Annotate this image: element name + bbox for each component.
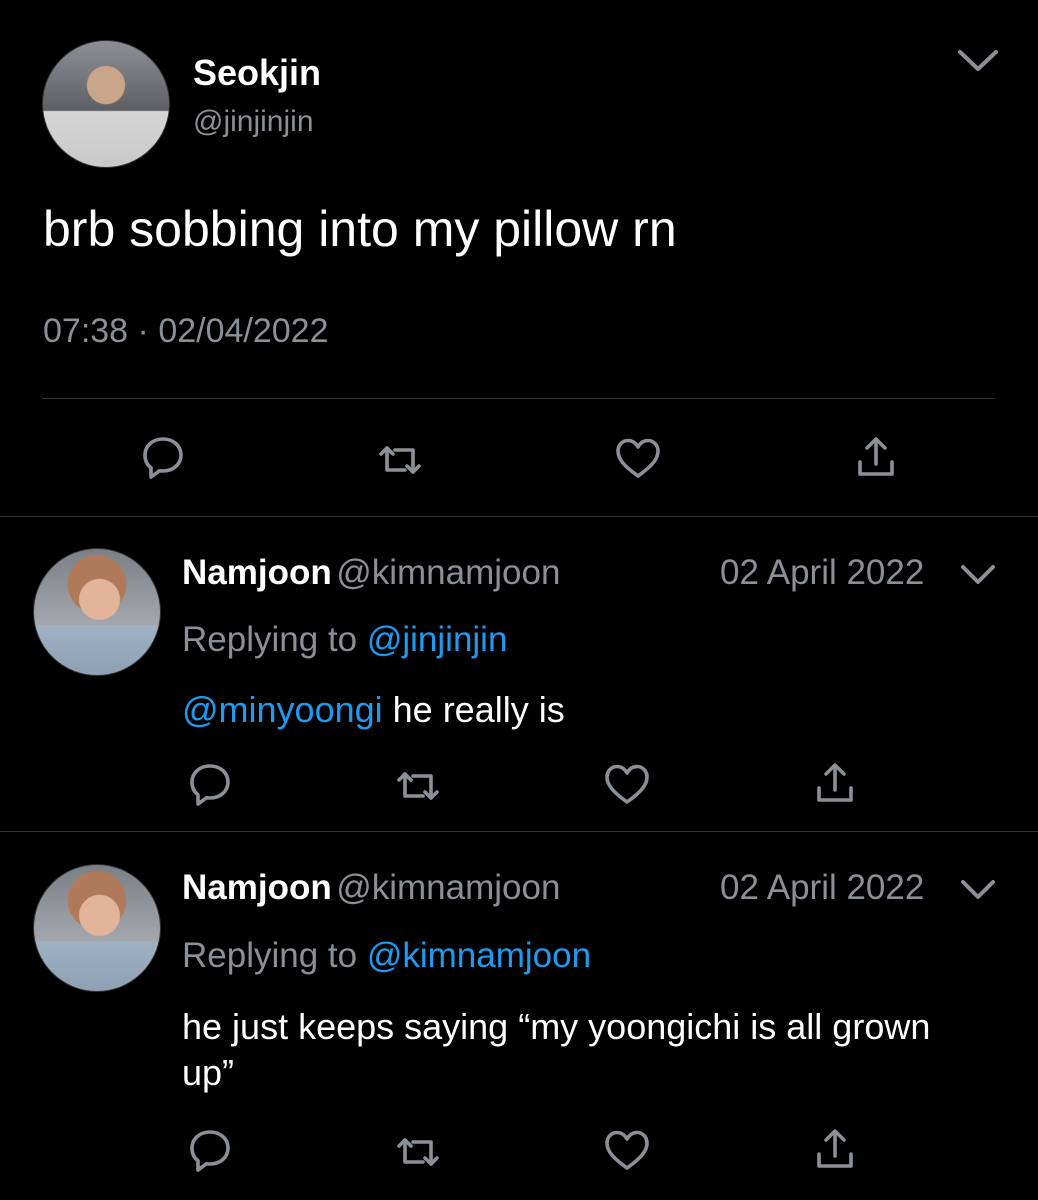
avatar[interactable] (33, 548, 161, 676)
reply-author-handle[interactable]: @kimnamjoon (336, 553, 560, 592)
like-icon[interactable] (603, 1126, 651, 1174)
reply-date: 02 April 2022 (720, 868, 925, 907)
share-icon[interactable] (811, 760, 859, 808)
replying-to: Replying to @kimnamjoon (182, 936, 591, 976)
share-icon[interactable] (811, 1126, 859, 1174)
author-name[interactable]: Seokjin (193, 52, 321, 94)
like-icon[interactable] (614, 434, 662, 482)
divider (42, 398, 995, 399)
tweet-text: brb sobbing into my pillow rn (43, 201, 677, 257)
reply-author-name[interactable]: Namjoon (182, 553, 332, 592)
avatar[interactable] (42, 40, 170, 168)
reply-header: Namjoon @kimnamjoon (182, 553, 560, 593)
replying-to-label: Replying to (182, 936, 358, 975)
reply-icon[interactable] (186, 760, 234, 808)
like-icon[interactable] (603, 760, 651, 808)
author-handle[interactable]: @jinjinjin (193, 105, 314, 139)
reply-icon[interactable] (139, 433, 187, 481)
retweet-icon[interactable] (394, 1128, 442, 1176)
retweet-icon[interactable] (394, 762, 442, 810)
reply-author-name[interactable]: Namjoon (182, 868, 332, 907)
share-icon[interactable] (852, 434, 900, 482)
divider (0, 516, 1038, 517)
tweet-time: 07:38 (43, 312, 129, 350)
divider (0, 831, 1038, 832)
replying-to-handle[interactable]: @jinjinjin (367, 620, 508, 659)
chevron-down-icon[interactable] (960, 879, 996, 901)
replying-to-label: Replying to (182, 620, 358, 659)
reply-header: Namjoon @kimnamjoon (182, 868, 560, 908)
reply-text: he just keeps saying “my yoongichi is al… (182, 1006, 931, 1093)
mention-link[interactable]: @minyoongi (182, 689, 383, 730)
reply-date: 02 April 2022 (720, 553, 925, 592)
tweet-timestamp: 07:38 · 02/04/2022 (43, 312, 329, 351)
avatar[interactable] (33, 864, 161, 992)
retweet-icon[interactable] (376, 436, 424, 484)
tweet-dot: · (137, 312, 149, 350)
chevron-down-icon[interactable] (956, 48, 1000, 74)
tweet-date: 02/04/2022 (158, 312, 329, 350)
reply-body: he really is (382, 689, 565, 730)
reply-author-handle[interactable]: @kimnamjoon (336, 868, 560, 907)
reply-text: @minyoongi he really is (182, 687, 1002, 733)
replying-to: Replying to @jinjinjin (182, 620, 507, 660)
replying-to-handle[interactable]: @kimnamjoon (367, 936, 591, 975)
chevron-down-icon[interactable] (960, 564, 996, 586)
reply-icon[interactable] (186, 1126, 234, 1174)
